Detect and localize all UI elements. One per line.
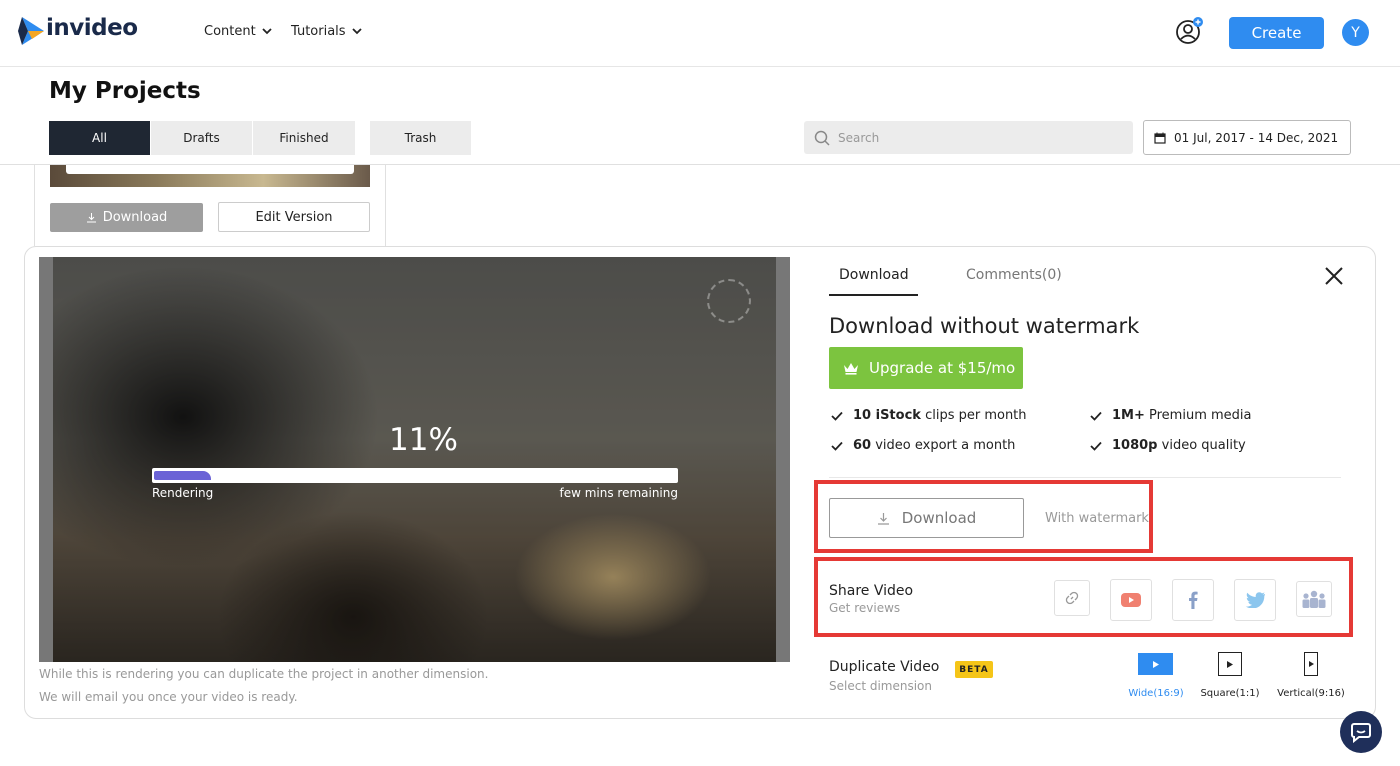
check-icon xyxy=(1090,441,1102,451)
search-placeholder: Search xyxy=(838,130,880,145)
feature-item: 1080p video quality xyxy=(1090,438,1246,453)
download-heading: Download without watermark xyxy=(829,314,1140,338)
vertical-dimension-icon[interactable] xyxy=(1304,652,1318,676)
feature-item: 1M+ Premium media xyxy=(1090,408,1251,423)
chevron-down-icon xyxy=(262,28,272,35)
dimension-vertical-label[interactable]: Vertical(9:16) xyxy=(1276,688,1346,699)
download-icon xyxy=(877,512,889,525)
render-overlay xyxy=(53,257,776,662)
chevron-down-icon xyxy=(351,28,362,35)
nav-tutorials-label: Tutorials xyxy=(291,24,346,39)
twitter-icon[interactable] xyxy=(1234,579,1276,621)
duplicate-title: Duplicate Video xyxy=(829,659,940,675)
edit-version-button[interactable]: Edit Version xyxy=(218,202,370,232)
tab-drafts[interactable]: Drafts xyxy=(151,121,252,155)
watermark-label: With watermark xyxy=(1045,511,1149,526)
team-icon[interactable] xyxy=(1296,581,1332,617)
check-icon xyxy=(831,411,843,421)
render-note-duplicate: While this is rendering you can duplicat… xyxy=(39,667,489,681)
page-title: My Projects xyxy=(49,78,201,104)
search-icon xyxy=(814,130,830,146)
tab-trash[interactable]: Trash xyxy=(370,121,471,155)
dimension-square-label[interactable]: Square(1:1) xyxy=(1199,688,1261,699)
dimension-wide-label[interactable]: Wide(16:9) xyxy=(1125,688,1187,699)
card-download-button[interactable]: Download xyxy=(50,203,203,232)
square-dimension-icon[interactable] xyxy=(1218,652,1242,676)
chat-support-icon[interactable] xyxy=(1340,711,1382,753)
feature-item: 60 video export a month xyxy=(831,438,1015,453)
add-user-icon[interactable] xyxy=(1174,16,1204,46)
close-icon[interactable] xyxy=(1323,265,1345,287)
render-percent: 11% xyxy=(389,422,458,458)
calendar-icon xyxy=(1154,132,1166,144)
nav-content-label: Content xyxy=(204,24,256,39)
tab-download[interactable]: Download xyxy=(839,267,909,283)
feature-item: 10 iStock clips per month xyxy=(831,408,1027,423)
project-thumbnail[interactable] xyxy=(50,165,370,187)
upgrade-button[interactable]: Upgrade at $15/mo xyxy=(829,347,1023,389)
render-progress-fill xyxy=(154,471,211,480)
active-tab-underline xyxy=(829,294,918,296)
beta-badge: BETA xyxy=(955,661,993,678)
section-divider xyxy=(829,477,1341,478)
wide-dimension-icon[interactable] xyxy=(1138,653,1173,675)
download-watermark-button[interactable]: Download xyxy=(829,498,1024,538)
nav-content-menu[interactable]: Content xyxy=(204,24,272,39)
date-range-value: 01 Jul, 2017 - 14 Dec, 2021 xyxy=(1174,130,1339,145)
check-icon xyxy=(1090,411,1102,421)
render-note-email: We will email you once your video is rea… xyxy=(39,690,298,704)
check-icon xyxy=(831,441,843,451)
invideo-logo-icon[interactable] xyxy=(18,15,48,47)
nav-tutorials-menu[interactable]: Tutorials xyxy=(291,24,362,39)
tab-all[interactable]: All xyxy=(49,121,150,155)
render-progress-bar xyxy=(152,468,678,483)
render-remaining: few mins remaining xyxy=(559,486,678,500)
watermark-badge-icon xyxy=(707,279,751,323)
create-button[interactable]: Create xyxy=(1229,17,1324,49)
search-input[interactable]: Search xyxy=(804,121,1133,154)
date-range-picker[interactable]: 01 Jul, 2017 - 14 Dec, 2021 xyxy=(1143,120,1351,155)
video-preview xyxy=(39,257,790,662)
avatar[interactable]: Y xyxy=(1342,19,1369,46)
facebook-icon[interactable] xyxy=(1172,579,1214,621)
tab-finished[interactable]: Finished xyxy=(253,121,355,155)
upgrade-label: Upgrade at $15/mo xyxy=(869,359,1016,377)
render-status: Rendering xyxy=(152,486,214,500)
share-subtitle: Get reviews xyxy=(829,601,901,615)
duplicate-subtitle: Select dimension xyxy=(829,679,932,693)
copy-link-icon[interactable] xyxy=(1054,580,1090,616)
download-icon xyxy=(86,213,96,223)
share-title: Share Video xyxy=(829,583,914,599)
brand-name[interactable]: invideo xyxy=(46,15,138,41)
tab-comments[interactable]: Comments(0) xyxy=(966,267,1062,283)
download-label: Download xyxy=(901,509,977,527)
crown-icon xyxy=(844,363,858,375)
card-download-label: Download xyxy=(102,210,168,225)
youtube-icon[interactable] xyxy=(1110,579,1152,621)
